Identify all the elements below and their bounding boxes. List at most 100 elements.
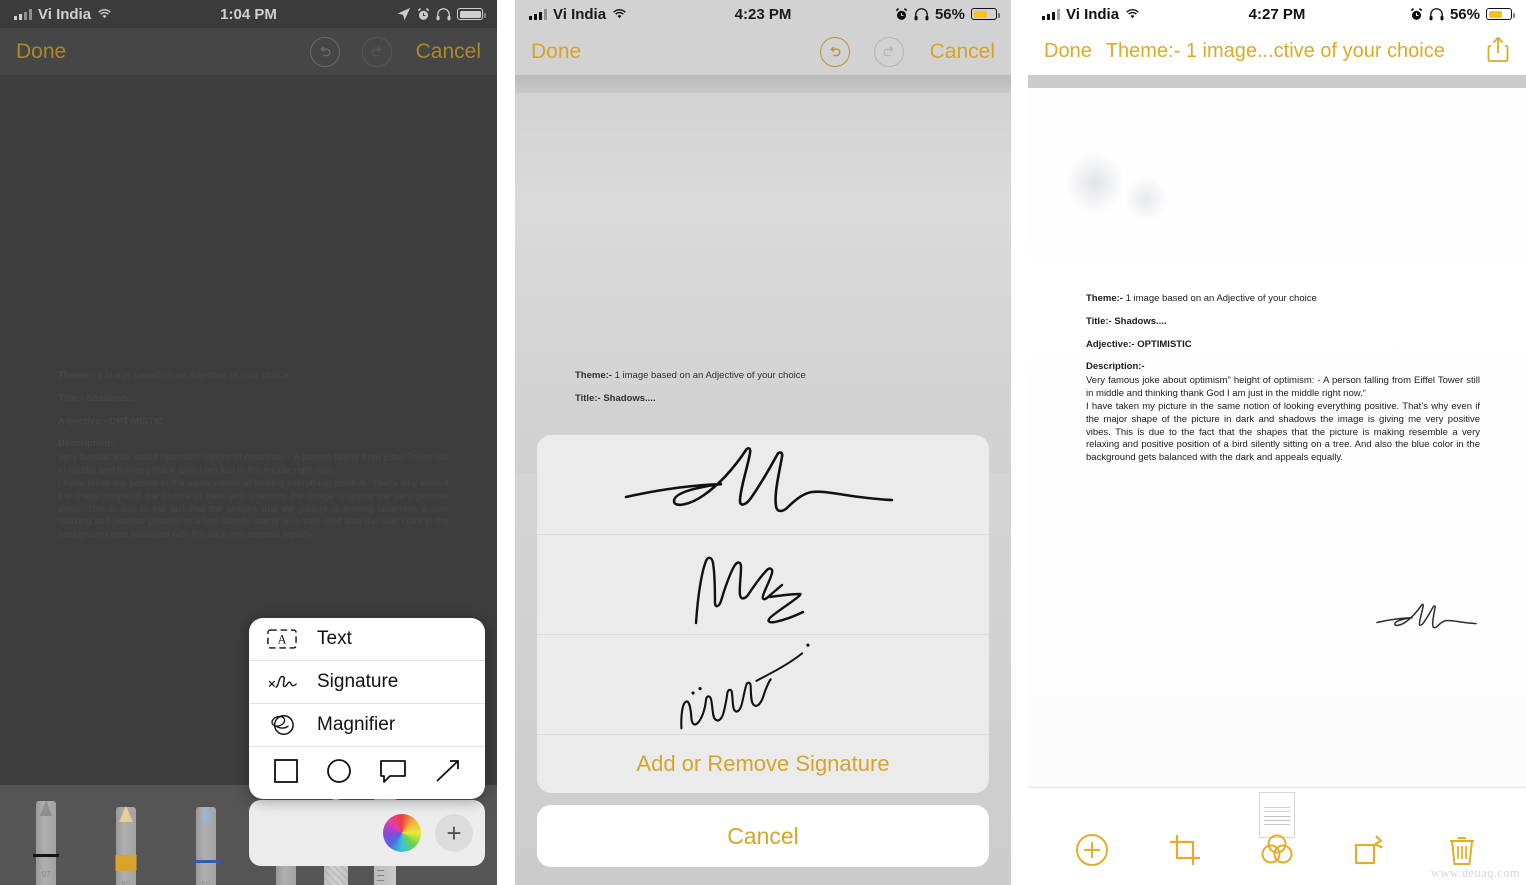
alarm-clock-icon — [1410, 7, 1423, 20]
carrier-name: Vi India — [553, 5, 607, 23]
description-paragraph-2: I have taken my picture in the same noti… — [1086, 400, 1480, 464]
pen-tool-black[interactable]: 97 — [22, 800, 70, 885]
document-canvas[interactable]: Theme:- 1 image based on an Adjective of… — [1028, 88, 1526, 787]
headphones-icon — [1429, 7, 1444, 20]
location-arrow-icon — [397, 7, 411, 21]
svg-text:A: A — [278, 633, 287, 647]
title-label: Title:- — [1086, 315, 1112, 327]
redo-button[interactable] — [361, 36, 392, 67]
undo-button[interactable] — [819, 36, 850, 67]
status-right: 56% — [895, 5, 1000, 23]
signature-option-2[interactable] — [537, 535, 989, 635]
popover-item-text[interactable]: A Text — [249, 618, 485, 661]
viewer-bottom-bar: www.deuaq.com — [1028, 787, 1526, 885]
wifi-icon — [98, 9, 111, 19]
markup-add-button[interactable] — [1073, 831, 1111, 869]
placed-signature[interactable] — [1374, 596, 1482, 645]
circle-shape-icon[interactable] — [326, 758, 352, 789]
popover-item-label: Signature — [317, 671, 399, 692]
description-paragraph-2: I have taken my picture in the same noti… — [58, 477, 449, 541]
signal-bars-icon — [14, 8, 32, 20]
markup-add-popover[interactable]: A Text Signature Magnifier — [249, 618, 485, 799]
alarm-clock-icon — [895, 7, 908, 20]
status-right: 56% — [1410, 5, 1515, 23]
title-value: Shadows.... — [1114, 315, 1167, 327]
crop-button[interactable] — [1166, 831, 1204, 869]
rotate-button[interactable] — [1350, 831, 1388, 869]
signature-1-glyph — [624, 446, 894, 512]
adjective-value: OPTIMISTIC — [1137, 338, 1192, 350]
markup-tool-tray: + — [249, 800, 485, 866]
theme-label: Theme:- — [1086, 293, 1123, 304]
undo-button[interactable] — [309, 36, 340, 67]
popover-item-label: Magnifier — [317, 714, 396, 735]
headphones-icon — [914, 7, 929, 20]
done-button[interactable]: Done — [1044, 40, 1092, 63]
text-box-icon: A — [265, 629, 299, 649]
signal-bars-icon — [1042, 8, 1060, 20]
carrier-name: Vi India — [38, 5, 92, 23]
panel-gap-1 — [497, 0, 515, 885]
title-value: Shadows.... — [603, 392, 656, 404]
adjective-value: OPTIMISTIC — [109, 415, 164, 427]
title-label: Title:- — [58, 392, 84, 404]
redo-button[interactable] — [873, 36, 904, 67]
signature-icon — [265, 671, 299, 693]
pen-tool-blue[interactable]: 50 — [182, 806, 230, 885]
color-wheel-icon[interactable] — [383, 814, 421, 852]
popover-item-magnifier[interactable]: Magnifier — [249, 704, 485, 747]
nav-divider — [1028, 75, 1526, 88]
adjective-label: Adjective:- — [1086, 338, 1135, 350]
cancel-button[interactable]: Cancel — [930, 40, 995, 64]
square-shape-icon[interactable] — [273, 758, 299, 789]
popover-shapes-row[interactable] — [249, 747, 485, 799]
theme-value: 1 image based on an Adjective of your ch… — [614, 370, 806, 381]
description-label: Description:- — [1086, 361, 1145, 373]
theme-value: 1 image based on an Adjective of your ch… — [1125, 293, 1317, 304]
signature-action-sheet[interactable]: Add or Remove Signature — [537, 435, 989, 793]
delete-button[interactable] — [1443, 831, 1481, 869]
signal-bars-icon — [529, 8, 547, 20]
phone-panel-signature-picker: Vi India 4:23 PM 56% Done Cancel Theme:-… — [515, 0, 1011, 885]
status-left: Vi India — [14, 6, 112, 23]
markup-nav-bar: Done Cancel — [0, 28, 497, 75]
speech-bubble-shape-icon[interactable] — [379, 758, 407, 789]
description-paragraph-1: Very famous joke about optimism” height … — [1086, 375, 1480, 400]
theme-value: 1 image based on an Adjective of your ch… — [97, 370, 289, 381]
pen-number-2: 80 — [121, 880, 131, 885]
signature-option-1[interactable] — [537, 435, 989, 535]
cancel-sheet-button[interactable]: Cancel — [537, 805, 989, 867]
carrier-name: Vi India — [1066, 5, 1120, 23]
panel-gap-2 — [1011, 0, 1028, 885]
theme-label: Theme:- — [58, 370, 95, 381]
battery-percent: 56% — [1449, 5, 1480, 23]
pen-number-1: 97 — [41, 870, 51, 879]
title-value: Shadows.... — [86, 392, 139, 404]
status-left: Vi India — [529, 6, 627, 23]
signature-option-3[interactable] — [537, 635, 989, 735]
filters-button[interactable] — [1258, 831, 1296, 869]
markup-nav-bar: Done Cancel — [515, 28, 1011, 75]
highlighter-tool-yellow[interactable]: 80 — [102, 806, 150, 885]
status-bar: Vi India 4:27 PM 56% — [1028, 0, 1526, 28]
share-icon[interactable] — [1486, 35, 1510, 69]
add-markup-button[interactable]: + — [435, 814, 473, 852]
done-button[interactable]: Done — [16, 40, 66, 64]
status-bar: Vi India 4:23 PM 56% — [515, 0, 1011, 28]
wifi-icon — [613, 9, 626, 19]
paper-smudge — [1124, 176, 1168, 222]
document-text: Theme:- 1 image based on an Adjective of… — [575, 370, 963, 416]
cancel-button[interactable]: Cancel — [416, 40, 481, 64]
add-or-remove-signature-button[interactable]: Add or Remove Signature — [537, 735, 989, 793]
arrow-shape-icon[interactable] — [434, 758, 462, 789]
done-button[interactable]: Done — [531, 40, 581, 64]
battery-icon — [971, 8, 1000, 20]
battery-icon — [1486, 8, 1515, 20]
description-label: Description:- — [58, 438, 117, 450]
popover-item-label: Text — [317, 628, 352, 649]
alarm-clock-icon — [417, 7, 430, 20]
status-left: Vi India — [1042, 6, 1140, 23]
phone-panel-document-viewer: Vi India 4:27 PM 56% Done Theme:- 1 imag… — [1028, 0, 1526, 885]
popover-item-signature[interactable]: Signature — [249, 661, 485, 704]
battery-percent: 56% — [934, 5, 965, 23]
